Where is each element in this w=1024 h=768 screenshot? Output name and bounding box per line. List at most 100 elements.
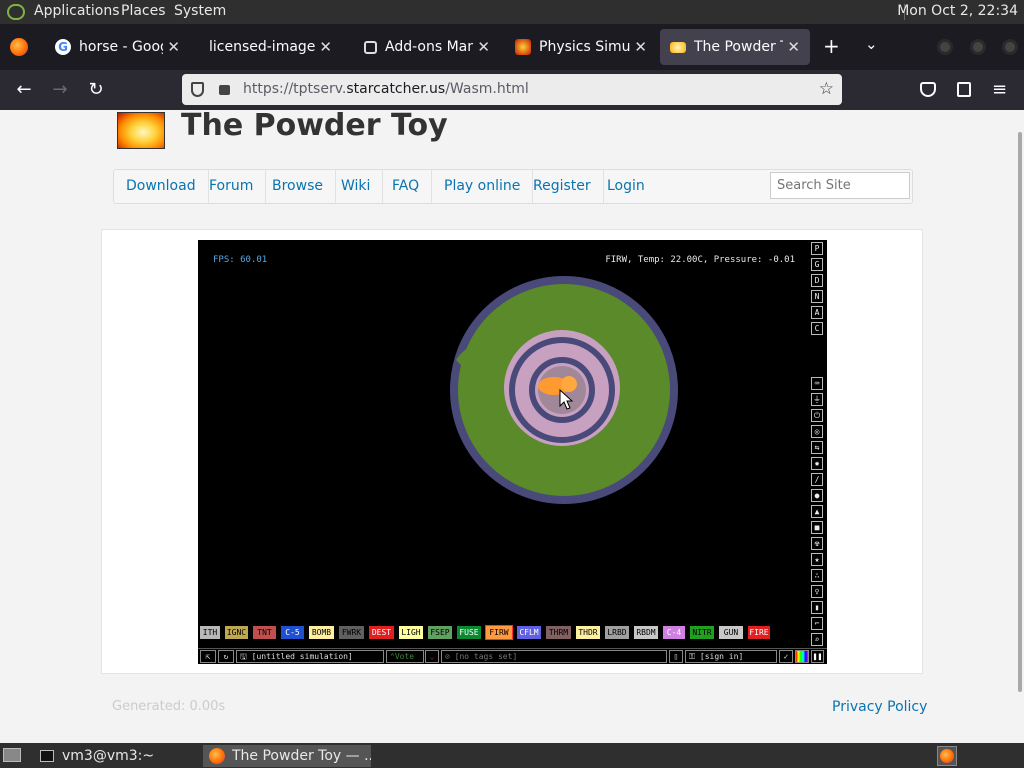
element-firw-button[interactable]: FIRW	[485, 625, 513, 640]
tools-icon[interactable]: ⌐	[811, 617, 823, 630]
close-tab-icon[interactable]: ✕	[787, 38, 800, 56]
back-icon[interactable]: ←	[14, 80, 34, 100]
display-d-button[interactable]: D	[811, 274, 823, 287]
force-icon[interactable]: ⇆	[811, 441, 823, 454]
extensions-icon[interactable]	[957, 82, 971, 97]
hamburger-menu-icon[interactable]: ≡	[992, 79, 1007, 100]
nav-wiki[interactable]: Wiki	[329, 170, 384, 203]
particles-icon[interactable]: ∴	[811, 569, 823, 582]
pocket-icon[interactable]	[920, 82, 936, 97]
privacy-policy-link[interactable]: Privacy Policy	[832, 699, 927, 715]
vote-down-button[interactable]: ⌄	[425, 650, 439, 663]
show-desktop-icon[interactable]	[3, 748, 21, 762]
lock-icon[interactable]	[219, 85, 230, 95]
clear-c-button[interactable]: C	[811, 322, 823, 335]
nav-register[interactable]: Register	[521, 170, 604, 203]
settings-check-icon[interactable]: ✓	[779, 650, 793, 663]
element-fire-button[interactable]: FIRE	[748, 626, 770, 639]
shield-icon[interactable]	[191, 82, 204, 97]
nav-login[interactable]: Login	[595, 170, 657, 203]
element-fuse-button[interactable]: FUSE	[457, 626, 481, 639]
gravity-g-button[interactable]: G	[811, 258, 823, 271]
sign-in-button[interactable]: ⚿ [sign in]	[685, 650, 777, 663]
element-bomb-button[interactable]: BOMB	[309, 626, 334, 639]
element-nitr-button[interactable]: NITR	[690, 626, 714, 639]
forward-icon[interactable]: →	[50, 80, 70, 100]
gnome-logo-icon[interactable]	[7, 4, 25, 20]
reload-sim-icon[interactable]: ↻	[218, 650, 234, 663]
tray-firefox-icon[interactable]	[937, 746, 957, 766]
element-thdr-button[interactable]: THDR	[576, 626, 600, 639]
simulation-drawing[interactable]	[198, 240, 827, 664]
powders-icon[interactable]: ▲	[811, 505, 823, 518]
render-options-icon[interactable]	[795, 650, 809, 663]
newtonian-n-button[interactable]: N	[811, 290, 823, 303]
solids-icon[interactable]: ■	[811, 521, 823, 534]
applications-menu[interactable]: Applications	[34, 3, 120, 19]
nav-play-online[interactable]: Play online	[432, 170, 534, 203]
power-icon[interactable]: ⏻	[811, 409, 823, 422]
pause-p-button[interactable]: P	[811, 242, 823, 255]
new-sim-icon[interactable]: ▯	[669, 650, 683, 663]
bookmark-star-icon[interactable]: ☆	[819, 79, 834, 99]
element-lrbd-button[interactable]: LRBD	[605, 626, 629, 639]
url-bar[interactable]: https://tptserv.starcatcher.us/Wasm.html…	[182, 74, 842, 105]
special-icon[interactable]: ★	[811, 553, 823, 566]
element-gun-button[interactable]: GUN	[719, 626, 743, 639]
sensor-icon[interactable]: ◎	[811, 425, 823, 438]
close-tab-icon[interactable]: ✕	[319, 38, 332, 56]
electronics-icon[interactable]: ⏚	[811, 393, 823, 406]
liquids-icon[interactable]: ●	[811, 489, 823, 502]
search-icon[interactable]: ⌕	[811, 633, 823, 646]
tab-physics-simulation[interactable]: Physics Simulatio ✕	[505, 29, 657, 65]
keyboard-icon[interactable]: ⌨	[811, 377, 823, 390]
element-tnt-button[interactable]: TNT	[253, 626, 276, 639]
new-tab-button[interactable]: +	[823, 36, 840, 56]
nav-download[interactable]: Download	[114, 170, 209, 203]
close-tab-icon[interactable]: ✕	[634, 38, 647, 56]
explosives-icon[interactable]: ✸	[811, 457, 823, 470]
element-cflm-button[interactable]: CFLM	[517, 626, 541, 639]
tab-the-powder-toy[interactable]: The Powder Toy ✕	[660, 29, 810, 65]
places-menu[interactable]: Places	[121, 3, 166, 19]
clock[interactable]: Mon Oct 2, 22:34	[897, 3, 1018, 19]
powder-toy-logo[interactable]	[117, 112, 165, 149]
vote-up-button[interactable]: ⌃Vote	[386, 650, 424, 663]
element-c-4-button[interactable]: C-4	[663, 626, 685, 639]
save-simulation-button[interactable]: 🖫 [untitled simulation]	[236, 650, 384, 663]
window-minimize-icon[interactable]	[937, 39, 953, 55]
window-close-icon[interactable]	[1002, 39, 1018, 55]
element-c-5-button[interactable]: C-5	[281, 626, 304, 639]
life-icon[interactable]: ♀	[811, 585, 823, 598]
element-fsep-button[interactable]: FSEP	[428, 626, 452, 639]
task-firefox[interactable]: The Powder Toy — ...	[203, 745, 371, 767]
system-menu[interactable]: System	[174, 3, 226, 19]
tab-licensed-image[interactable]: licensed-image (JPE ✕	[190, 29, 342, 65]
tab-addons[interactable]: Add-ons Manage ✕	[354, 29, 500, 65]
element-dest-button[interactable]: DEST	[369, 626, 394, 639]
tags-button[interactable]: ⊘ [no tags set]	[441, 650, 667, 663]
element-rbdm-button[interactable]: RBDM	[634, 626, 658, 639]
nav-faq[interactable]: FAQ	[380, 170, 433, 203]
ambient-a-button[interactable]: A	[811, 306, 823, 319]
open-save-icon[interactable]: ⇱	[200, 650, 216, 663]
list-tabs-icon[interactable]: ⌄	[865, 35, 878, 53]
scrollbar-thumb[interactable]	[1018, 132, 1022, 692]
close-tab-icon[interactable]: ✕	[477, 38, 490, 56]
task-terminal[interactable]: vm3@vm3:~	[34, 745, 199, 767]
element-ignc-button[interactable]: IGNC	[225, 626, 248, 639]
bookmark-icon[interactable]: ▮	[811, 601, 823, 614]
url-text[interactable]: https://tptserv.starcatcher.us/Wasm.html	[243, 81, 529, 97]
search-site-input[interactable]	[770, 172, 910, 199]
element-ith-button[interactable]: ITH	[200, 626, 220, 639]
gases-icon[interactable]: ∕	[811, 473, 823, 486]
element-ligh-button[interactable]: LIGH	[399, 626, 423, 639]
element-thrm-button[interactable]: THRM	[546, 626, 571, 639]
tab-google[interactable]: G horse - Google Se ✕	[45, 29, 190, 65]
firefox-menu-icon[interactable]	[10, 38, 28, 56]
nav-forum[interactable]: Forum	[197, 170, 267, 203]
close-tab-icon[interactable]: ✕	[167, 38, 180, 56]
nav-browse[interactable]: Browse	[260, 170, 336, 203]
pause-icon[interactable]: ❚❚	[811, 650, 824, 663]
element-fwrk-button[interactable]: FWRK	[339, 626, 364, 639]
